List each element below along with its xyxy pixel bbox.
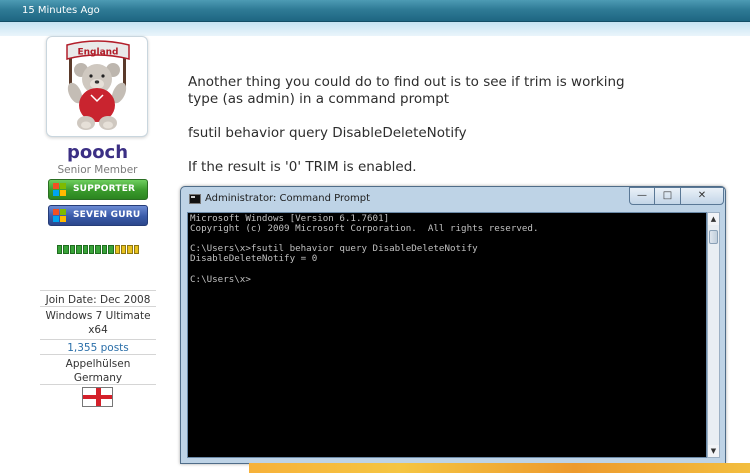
command-prompt-window: Administrator: Command Prompt — □ ✕ Micr… — [180, 186, 726, 464]
post-command: fsutil behavior query DisableDeleteNotif… — [188, 125, 467, 141]
post-body: Another thing you could do to find out i… — [188, 74, 658, 176]
rep-segment — [127, 245, 133, 254]
supporter-badge-label: SUPPORTER — [73, 184, 136, 194]
join-date: Join Date: Dec 2008 — [40, 290, 156, 306]
post-result: If the result is '0' TRIM is enabled. — [188, 159, 417, 175]
cmd-titlebar: Administrator: Command Prompt — □ ✕ — [181, 187, 725, 209]
teddy-bear-avatar-icon: England — [66, 40, 130, 130]
user-location: Appelhülsen Germany — [40, 354, 156, 386]
post-header: 15 Minutes Ago — [0, 0, 750, 22]
seven-guru-badge: SEVEN GURU — [48, 205, 148, 226]
user-os: Windows 7 Ultimate x64 — [40, 306, 156, 339]
cmd-icon — [189, 194, 201, 204]
rep-segment — [82, 245, 88, 254]
minimize-button[interactable]: — — [629, 187, 655, 205]
maximize-button[interactable]: □ — [654, 187, 681, 205]
scroll-down-icon[interactable]: ▼ — [708, 445, 719, 457]
console-output-area: Microsoft Windows [Version 6.1.7601] Cop… — [187, 212, 707, 458]
rep-segment — [63, 245, 69, 254]
rep-segment — [88, 245, 95, 254]
cmd-window-title: Administrator: Command Prompt — [205, 193, 370, 204]
rep-segment — [76, 245, 82, 254]
post-count-link[interactable]: 1,355 posts — [40, 339, 156, 354]
flag-row — [40, 384, 156, 407]
close-button[interactable]: ✕ — [680, 187, 724, 205]
user-title: Senior Member — [57, 164, 138, 176]
console-text: Microsoft Windows [Version 6.1.7601] Cop… — [190, 213, 539, 285]
post-line-1: Another thing you could do to find out i… — [188, 74, 625, 90]
rep-segment — [120, 245, 127, 254]
user-panel: England pooch Senior Member SUPPORTER SE… — [0, 36, 190, 473]
rep-segment — [108, 245, 114, 254]
reputation-bar — [57, 245, 140, 254]
windows-logo-icon — [53, 209, 68, 223]
avatar[interactable]: England — [46, 36, 148, 137]
england-flag-icon — [82, 387, 113, 407]
username-link[interactable]: pooch — [40, 142, 155, 163]
windows-logo-icon — [53, 183, 68, 197]
supporter-badge: SUPPORTER — [48, 179, 148, 200]
post-timestamp: 15 Minutes Ago — [22, 5, 100, 16]
rep-segment — [57, 245, 63, 254]
rep-segment — [114, 245, 120, 254]
rep-segment — [69, 245, 76, 254]
rep-segment — [133, 245, 140, 254]
console-scrollbar[interactable]: ▲ ▼ — [707, 212, 720, 458]
post-line-2: type (as admin) in a command prompt — [188, 91, 450, 107]
header-band — [0, 22, 750, 36]
signature-image-strip — [249, 463, 750, 473]
seven-guru-badge-label: SEVEN GURU — [73, 210, 141, 220]
rep-segment — [95, 245, 101, 254]
avatar-banner-text: England — [77, 48, 118, 58]
scroll-up-icon[interactable]: ▲ — [708, 213, 719, 225]
scroll-thumb[interactable] — [709, 230, 718, 244]
rep-segment — [101, 245, 108, 254]
